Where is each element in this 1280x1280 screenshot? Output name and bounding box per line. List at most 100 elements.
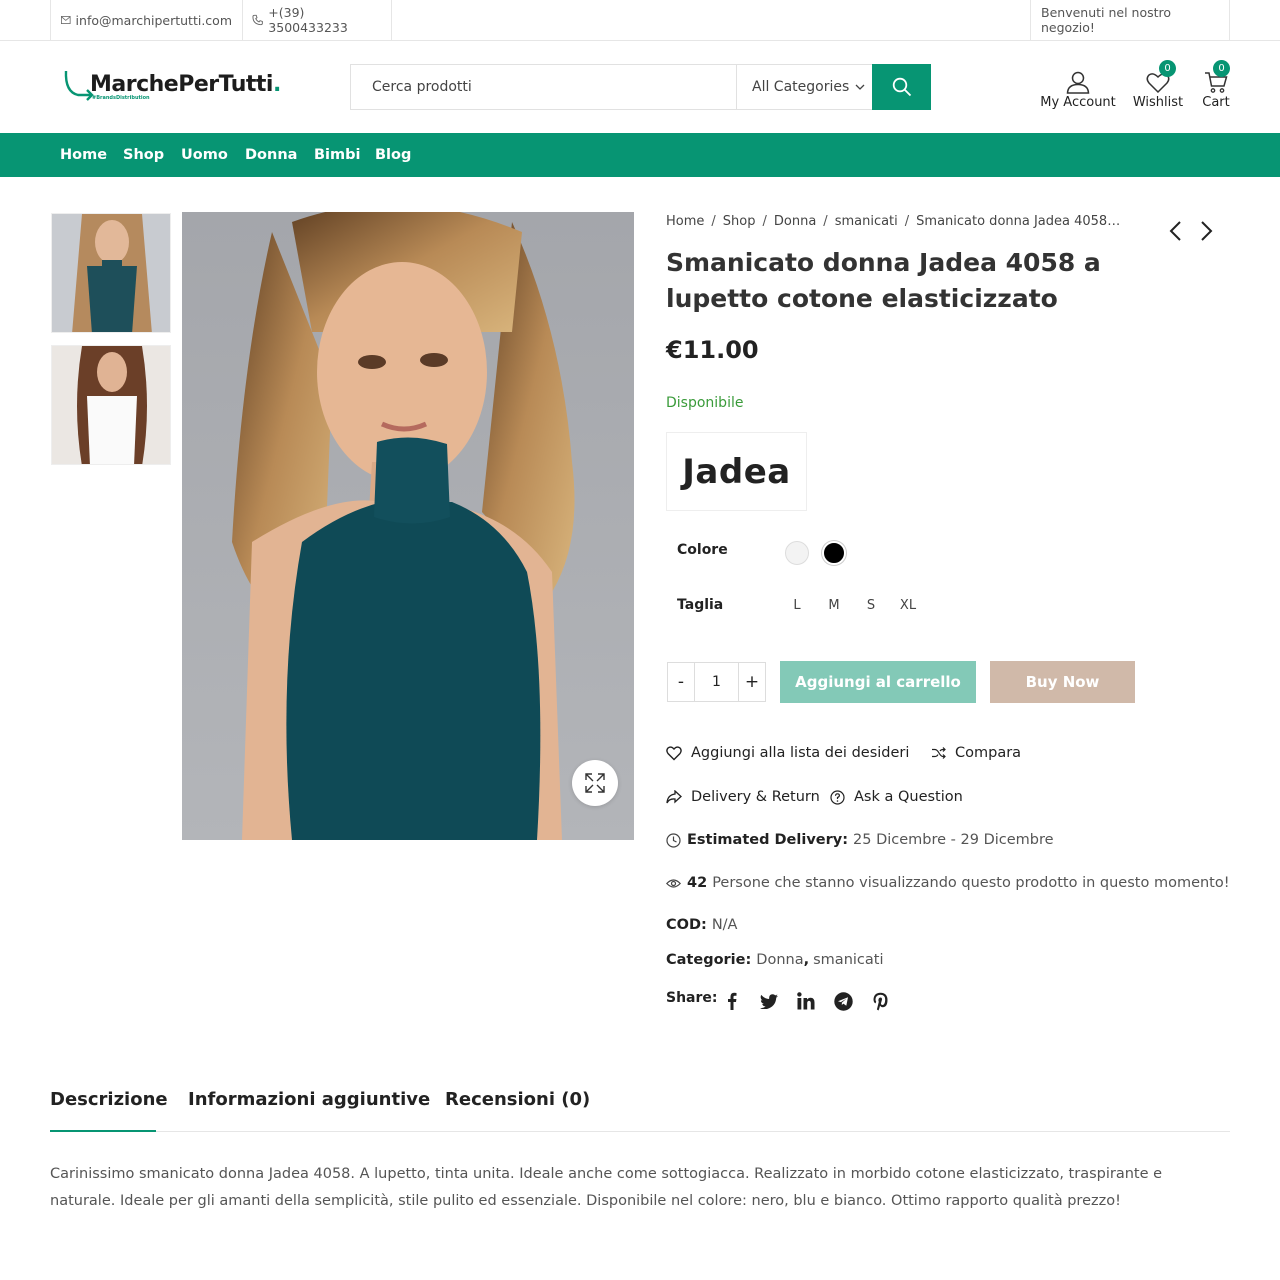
- thumbnail-image: [52, 346, 170, 464]
- add-to-wishlist-label: Aggiungi alla lista dei desideri: [691, 745, 910, 761]
- topbar-email[interactable]: info@marchipertutti.com: [50, 0, 243, 40]
- breadcrumb-separator: /: [904, 214, 910, 229]
- breadcrumb-item[interactable]: smanicati: [835, 214, 898, 229]
- categories-label: Categorie:: [666, 952, 752, 968]
- category-select[interactable]: All Categories: [736, 65, 873, 109]
- linkedin-share[interactable]: [796, 991, 816, 1011]
- pinterest-share[interactable]: [870, 991, 890, 1011]
- topbar-phone-text: +(39) 3500433233: [268, 5, 348, 35]
- estimated-delivery-label: Estimated Delivery:: [687, 832, 849, 848]
- size-option-s[interactable]: S: [856, 598, 886, 613]
- chevron-down-icon: [855, 84, 865, 90]
- product-thumbnail[interactable]: [51, 213, 171, 333]
- brand-name: Jadea: [682, 451, 791, 492]
- wishlist-label: Wishlist: [1132, 95, 1184, 110]
- ask-question-label: Ask a Question: [854, 789, 963, 805]
- size-option-xl[interactable]: XL: [893, 598, 923, 613]
- welcome-message: Benvenuti nel nostro negozio!: [1030, 0, 1230, 40]
- delivery-return-label: Delivery & Return: [691, 789, 820, 805]
- cart-count-badge: 0: [1213, 60, 1230, 77]
- twitter-icon: [760, 993, 778, 1009]
- breadcrumb: Home / Shop / Donna / smanicati / Smanicato donn…: [666, 214, 1120, 229]
- breadcrumb-item[interactable]: Home: [666, 214, 704, 229]
- telegram-share[interactable]: [833, 991, 853, 1011]
- buy-now-button[interactable]: Buy Now: [990, 661, 1135, 703]
- color-label: Colore: [677, 542, 728, 558]
- compare-label: Compara: [955, 745, 1022, 761]
- quantity-input[interactable]: [695, 663, 738, 701]
- color-swatch-black[interactable]: [822, 541, 846, 565]
- linkedin-icon: [797, 992, 815, 1010]
- nav-item-donna[interactable]: Donna: [245, 133, 297, 177]
- cart-link[interactable]: 0 Cart: [1197, 60, 1235, 110]
- sku-label: COD:: [666, 917, 707, 933]
- my-account-label: My Account: [1040, 95, 1116, 110]
- tabs-divider: [50, 1131, 1230, 1132]
- logo-tagline: #BrandsDistribution: [92, 95, 150, 101]
- search-icon: [892, 77, 911, 97]
- quantity-decrease-button[interactable]: -: [668, 663, 695, 701]
- breadcrumb-separator: /: [711, 214, 716, 229]
- site-logo[interactable]: MarchePerTutti. #BrandsDistribution: [62, 66, 287, 106]
- ask-question-link[interactable]: Ask a Question: [830, 789, 963, 805]
- product-thumbnail[interactable]: [51, 345, 171, 465]
- compare-link[interactable]: Compara: [932, 745, 1021, 761]
- help-circle-icon: [830, 789, 845, 805]
- wishlist-link[interactable]: 0 Wishlist: [1131, 60, 1185, 110]
- breadcrumb-current: Smanicato donna Jadea 4058…: [916, 214, 1121, 229]
- topbar-phone[interactable]: +(39) 3500433233: [242, 0, 392, 40]
- topbar-email-text: info@marchipertutti.com: [75, 12, 232, 28]
- nav-item-shop[interactable]: Shop: [123, 133, 164, 177]
- breadcrumb-item[interactable]: Shop: [723, 214, 756, 229]
- mail-icon: [61, 16, 71, 24]
- color-swatch-white[interactable]: [785, 541, 809, 565]
- next-product-icon[interactable]: [1198, 220, 1214, 242]
- add-to-wishlist-link[interactable]: Aggiungi alla lista dei desideri: [666, 745, 909, 761]
- facebook-share[interactable]: [722, 991, 742, 1011]
- clock-icon: [666, 832, 681, 848]
- zoom-button[interactable]: [572, 760, 618, 806]
- tab-informazioni-aggiuntive[interactable]: Informazioni aggiuntive: [188, 1089, 430, 1110]
- delivery-return-link[interactable]: Delivery & Return: [666, 789, 820, 805]
- product-photo: [182, 212, 634, 840]
- size-label: Taglia: [677, 597, 724, 613]
- nav-item-bimbi[interactable]: Bimbi: [314, 133, 360, 177]
- breadcrumb-item[interactable]: Donna: [774, 214, 816, 229]
- welcome-text: Benvenuti nel nostro negozio!: [1041, 5, 1172, 35]
- heart-icon: [666, 745, 682, 760]
- product-main-image[interactable]: [182, 212, 634, 840]
- nav-item-uomo[interactable]: Uomo: [181, 133, 228, 177]
- tab-descrizione[interactable]: Descrizione: [50, 1089, 168, 1110]
- thumbnail-image: [52, 214, 170, 332]
- prev-product-icon[interactable]: [1168, 220, 1184, 242]
- size-option-l[interactable]: L: [782, 598, 812, 613]
- facebook-icon: [728, 992, 737, 1010]
- size-option-m[interactable]: M: [819, 598, 849, 613]
- nav-item-blog[interactable]: Blog: [375, 133, 411, 177]
- search-input[interactable]: [351, 65, 736, 109]
- shuffle-icon: [932, 747, 946, 759]
- add-to-cart-button[interactable]: Aggiungi al carrello: [780, 661, 976, 703]
- estimated-delivery-value: 25 Dicembre - 29 Dicembre: [853, 832, 1054, 848]
- sku-value: N/A: [711, 917, 738, 933]
- nav-item-home[interactable]: Home: [60, 133, 107, 177]
- breadcrumb-separator: /: [823, 214, 828, 229]
- top-bar: info@marchipertutti.com +(39) 3500433233…: [0, 0, 1280, 41]
- telegram-icon: [833, 991, 853, 1011]
- search-button[interactable]: [872, 64, 931, 110]
- breadcrumb-separator: /: [762, 214, 767, 229]
- twitter-share[interactable]: [759, 991, 779, 1011]
- quantity-increase-button[interactable]: +: [738, 663, 765, 701]
- pinterest-icon: [873, 992, 887, 1010]
- share-arrow-icon: [666, 790, 682, 804]
- tab-recensioni[interactable]: Recensioni (0): [445, 1089, 590, 1110]
- category-link[interactable]: Donna: [756, 952, 803, 968]
- product-categories: Categorie: Donna, smanicati: [666, 952, 883, 968]
- share-label: Share:: [666, 990, 718, 1006]
- my-account-link[interactable]: My Account: [1040, 66, 1116, 110]
- category-link[interactable]: smanicati: [813, 952, 883, 968]
- user-icon: [1066, 71, 1090, 94]
- quantity-stepper: - +: [667, 662, 766, 702]
- brand-logo[interactable]: Jadea: [666, 432, 807, 511]
- phone-icon: [252, 14, 263, 26]
